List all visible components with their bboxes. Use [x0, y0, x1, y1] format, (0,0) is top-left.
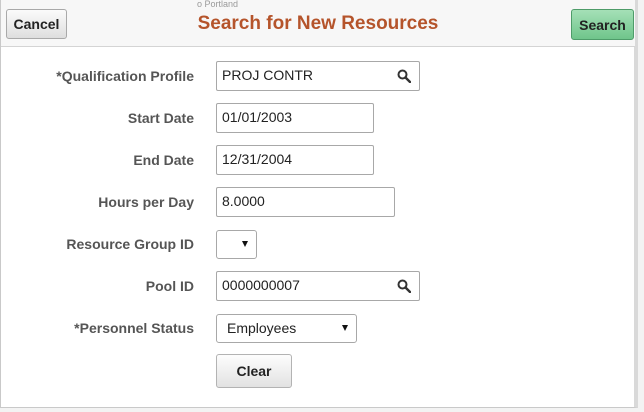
- chevron-down-icon: [342, 325, 348, 331]
- chevron-down-icon: [242, 241, 248, 247]
- resource-group-id-label: Resource Group ID: [66, 236, 194, 252]
- hours-per-day-label: Hours per Day: [98, 194, 194, 210]
- background-text: o Portland: [197, 0, 239, 9]
- start-date-value: 01/01/2003: [222, 109, 293, 125]
- search-dialog: o Portland Cancel Search for New Resourc…: [0, 0, 638, 408]
- personnel-status-select[interactable]: Employees: [216, 314, 357, 343]
- qualification-profile-label: *Qualification Profile: [56, 68, 194, 84]
- resource-group-id-select[interactable]: [216, 230, 257, 259]
- end-date-value: 12/31/2004: [222, 151, 293, 167]
- end-date-label: End Date: [133, 152, 194, 168]
- magnifier-icon[interactable]: [397, 279, 411, 293]
- end-date-input[interactable]: 12/31/2004: [216, 145, 374, 175]
- dialog-title: Search for New Resources: [197, 13, 439, 34]
- pool-id-label: Pool ID: [145, 278, 194, 294]
- personnel-status-value: Employees: [227, 320, 297, 336]
- qualification-profile-value: PROJ CONTR: [222, 67, 313, 83]
- pool-id-input[interactable]: 0000000007: [216, 271, 420, 301]
- hours-per-day-input[interactable]: 8.0000: [216, 187, 395, 217]
- search-button[interactable]: Search: [571, 9, 634, 40]
- start-date-input[interactable]: 01/01/2003: [216, 103, 374, 133]
- hours-per-day-value: 8.0000: [222, 193, 265, 209]
- pool-id-value: 0000000007: [222, 277, 300, 293]
- qualification-profile-input[interactable]: PROJ CONTR: [216, 61, 420, 91]
- dialog-header: o Portland Cancel Search for New Resourc…: [1, 0, 635, 47]
- start-date-label: Start Date: [127, 110, 194, 126]
- magnifier-icon[interactable]: [397, 69, 411, 83]
- clear-button[interactable]: Clear: [216, 354, 292, 388]
- personnel-status-label: *Personnel Status: [74, 320, 194, 336]
